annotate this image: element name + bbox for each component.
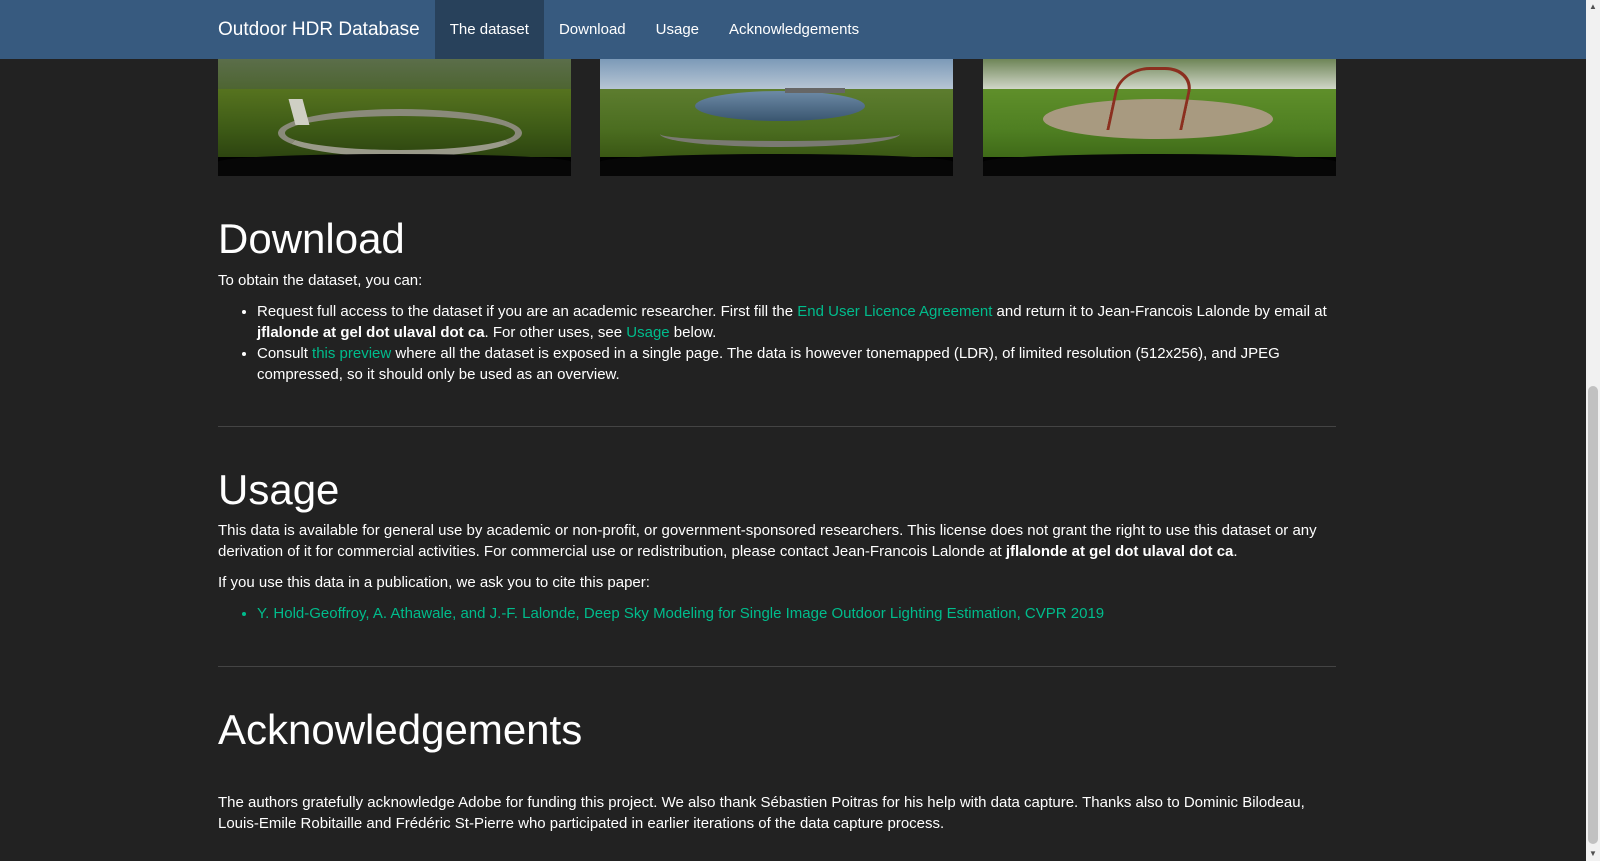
download-option-text: Consult	[257, 345, 313, 362]
panorama-ground	[218, 154, 571, 176]
download-option-text: Request full access to the dataset if yo…	[257, 303, 798, 320]
chevron-down-icon[interactable]: ▼	[1586, 847, 1600, 861]
panorama-sky	[600, 59, 953, 89]
panorama-bridge	[785, 88, 845, 93]
panorama-water	[695, 91, 865, 121]
usage-license-end: .	[1233, 543, 1238, 560]
citation-list: Y. Hold-Geoffroy, A. Athawale, and J.-F.…	[218, 603, 1336, 624]
nav-link-usage[interactable]: Usage	[641, 0, 714, 59]
usage-heading: Usage	[218, 466, 340, 513]
panorama-thumbnail-playground[interactable]	[983, 59, 1336, 176]
acknowledgements-heading: Acknowledgements	[218, 706, 583, 753]
citation-link[interactable]: Y. Hold-Geoffroy, A. Athawale, and J.-F.…	[257, 605, 1104, 622]
download-options-list: Request full access to the dataset if yo…	[218, 301, 1336, 385]
download-intro: To obtain the dataset, you can:	[218, 272, 423, 289]
usage-contact-email: jflalonde at gel dot ulaval dot ca	[1005, 543, 1234, 560]
download-option-text: below.	[669, 324, 717, 341]
download-option-text: and return it to Jean-Francois Lalonde b…	[992, 303, 1327, 320]
preview-link[interactable]: this preview	[312, 345, 391, 362]
nav-link-the-dataset[interactable]: The dataset	[434, 0, 544, 59]
download-heading: Download	[218, 215, 405, 262]
panorama-path	[278, 109, 522, 157]
cite-intro: If you use this data in a publication, w…	[218, 574, 650, 591]
download-option-text: . For other uses, see	[484, 324, 627, 341]
panorama-sky	[218, 59, 571, 89]
usage-license-text: This data is available for general use b…	[218, 520, 1336, 562]
panorama-thumbnail-river[interactable]	[600, 59, 953, 176]
nav-link-download[interactable]: Download	[544, 0, 641, 59]
panorama-ground	[983, 154, 1336, 176]
panorama-thumbnail-garden[interactable]	[218, 59, 571, 176]
download-option-preview: Consult this preview where all the datas…	[257, 343, 1336, 385]
scrollbar-thumb[interactable]	[1588, 386, 1598, 844]
citation-item: Y. Hold-Geoffroy, A. Athawale, and J.-F.…	[257, 603, 1336, 624]
download-option-text: where all the dataset is exposed in a si…	[257, 345, 1280, 383]
panorama-ground	[600, 154, 953, 176]
usage-link[interactable]: Usage	[626, 324, 669, 341]
vertical-scrollbar[interactable]: ▲ ▼	[1586, 0, 1600, 861]
download-option-full-access: Request full access to the dataset if yo…	[257, 301, 1336, 343]
acknowledgements-text: The authors gratefully acknowledge Adobe…	[218, 794, 1305, 832]
chevron-up-icon[interactable]: ▲	[1586, 0, 1600, 14]
brand-link[interactable]: Outdoor HDR Database	[218, 19, 420, 41]
section-divider	[218, 426, 1336, 427]
nav-inner: Outdoor HDR Database The dataset Downloa…	[218, 0, 874, 59]
top-navbar: Outdoor HDR Database The dataset Downloa…	[0, 0, 1586, 59]
eula-link[interactable]: End User Licence Agreement	[797, 303, 992, 320]
panorama-path	[660, 121, 900, 147]
contact-email: jflalonde at gel dot ulaval dot ca	[257, 324, 485, 341]
section-divider	[218, 666, 1336, 667]
nav-link-acknowledgements[interactable]: Acknowledgements	[714, 0, 874, 59]
